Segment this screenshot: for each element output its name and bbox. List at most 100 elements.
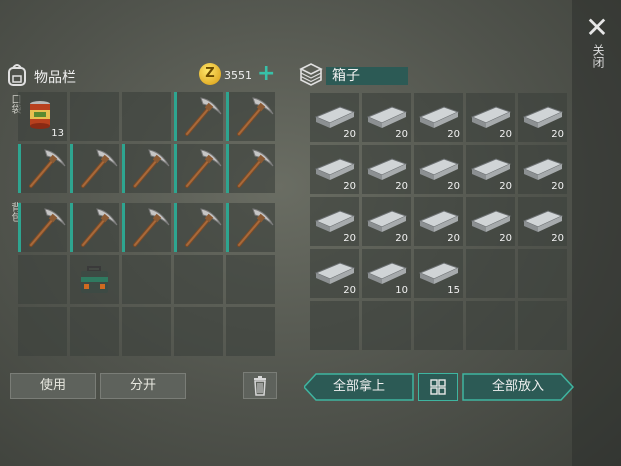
close-icon[interactable]: ✕ [583, 14, 611, 42]
pickaxe-icon [237, 97, 274, 136]
inventory-title: 物品栏 [34, 70, 76, 86]
take-all-label: 全部拿上 [332, 379, 385, 394]
coin-icon: Z [199, 63, 221, 85]
item-count: 20 [551, 181, 564, 192]
chest-slot[interactable]: 20 [414, 197, 463, 246]
chest-slot[interactable]: 20 [466, 93, 515, 142]
backpack-slot[interactable] [122, 307, 171, 356]
backpack-slot[interactable] [174, 255, 223, 304]
chest-slot[interactable]: 20 [518, 145, 567, 194]
close-label[interactable]: 关闭 [589, 44, 605, 68]
chest-slot[interactable]: 20 [310, 145, 359, 194]
chest-slot[interactable] [362, 301, 411, 350]
add-coins-button[interactable]: + [257, 61, 275, 87]
pocket-slot[interactable] [122, 92, 171, 141]
pickaxe-icon [237, 208, 274, 247]
pickaxe-icon [29, 149, 66, 188]
item-count: 20 [395, 181, 408, 192]
use-button[interactable]: 使用 [10, 373, 96, 399]
item-count: 20 [447, 233, 460, 244]
backpack-slot[interactable] [18, 307, 67, 356]
pickaxe-icon [29, 208, 66, 247]
backpack-slot[interactable] [122, 203, 171, 252]
item-count: 20 [395, 129, 408, 140]
chest-slot[interactable]: 20 [310, 93, 359, 142]
item-count: 20 [343, 129, 356, 140]
pocket-slot[interactable] [70, 92, 119, 141]
put-all-label: 全部放入 [491, 379, 544, 394]
chest-slot[interactable] [310, 301, 359, 350]
close-panel [572, 0, 621, 466]
backpack-slot[interactable] [122, 255, 171, 304]
pocket-slot[interactable] [122, 144, 171, 193]
chest-slot[interactable]: 10 [362, 249, 411, 298]
backpack-icon [8, 64, 26, 86]
backpack-slot[interactable] [70, 307, 119, 356]
item-count: 20 [499, 233, 512, 244]
chest-slot[interactable]: 20 [518, 93, 567, 142]
chest-slot[interactable]: 20 [518, 197, 567, 246]
trash-button[interactable] [243, 372, 277, 399]
backpack-slot[interactable] [226, 255, 275, 304]
pocket-slot[interactable] [226, 144, 275, 193]
section-divider [18, 196, 275, 200]
put-all-button[interactable]: 全部放入 [462, 373, 575, 401]
backpack-slot[interactable] [70, 203, 119, 252]
chest-slot[interactable]: 20 [362, 145, 411, 194]
item-count: 20 [395, 233, 408, 244]
pocket-slot[interactable] [174, 144, 223, 193]
chest-slot[interactable]: 20 [310, 249, 359, 298]
backpack-slot[interactable] [226, 203, 275, 252]
chest-slot[interactable]: 15 [414, 249, 463, 298]
split-button[interactable]: 分开 [100, 373, 186, 399]
chest-slot[interactable]: 20 [414, 145, 463, 194]
chest-slot[interactable] [518, 249, 567, 298]
chest-slot[interactable]: 20 [466, 145, 515, 194]
item-count: 20 [343, 181, 356, 192]
chest-grid: 20 20 20 20 20 20 20 20 20 20 20 20 20 20 20 20 10 15 [310, 93, 567, 358]
backpack-slot[interactable] [174, 307, 223, 356]
sort-icon [430, 379, 446, 395]
item-count: 20 [499, 181, 512, 192]
chest-name: 箱子 [332, 68, 360, 84]
backpack-slot[interactable] [18, 203, 67, 252]
chest-slot[interactable] [466, 301, 515, 350]
pocket-slot[interactable] [70, 144, 119, 193]
pocket-slot[interactable] [226, 92, 275, 141]
pickaxe-icon [133, 149, 170, 188]
item-count: 20 [447, 129, 460, 140]
sort-button[interactable] [418, 373, 458, 401]
pickaxe-icon [133, 208, 170, 247]
item-count: 20 [551, 233, 564, 244]
chest-slot[interactable] [518, 301, 567, 350]
chest-slot[interactable] [414, 301, 463, 350]
coin-amount: 3551 [224, 69, 252, 82]
item-count: 15 [447, 285, 460, 296]
chest-slot[interactable]: 20 [466, 197, 515, 246]
chest-slot[interactable]: 20 [414, 93, 463, 142]
chest-slot[interactable]: 20 [310, 197, 359, 246]
pickaxe-icon [185, 208, 222, 247]
pickaxe-icon [237, 149, 274, 188]
chest-slot[interactable]: 20 [362, 93, 411, 142]
chest-slot[interactable] [466, 249, 515, 298]
pocket-slot[interactable] [174, 92, 223, 141]
take-all-button[interactable]: 全部拿上 [302, 373, 414, 401]
chest-icon [299, 63, 323, 86]
chest-slot[interactable]: 20 [362, 197, 411, 246]
toolbox-icon [81, 266, 108, 293]
item-count: 20 [343, 285, 356, 296]
item-count: 20 [499, 129, 512, 140]
trash-icon [254, 376, 266, 396]
inventory-grid: 13 [18, 92, 275, 356]
pocket-slot[interactable] [18, 144, 67, 193]
backpack-slot[interactable] [226, 307, 275, 356]
item-count: 20 [343, 233, 356, 244]
backpack-slot[interactable] [174, 203, 223, 252]
item-count: 13 [51, 128, 64, 139]
pickaxe-icon [81, 149, 118, 188]
backpack-slot[interactable] [18, 255, 67, 304]
pickaxe-icon [81, 208, 118, 247]
backpack-slot[interactable] [70, 255, 119, 304]
pocket-slot[interactable]: 13 [18, 92, 67, 141]
